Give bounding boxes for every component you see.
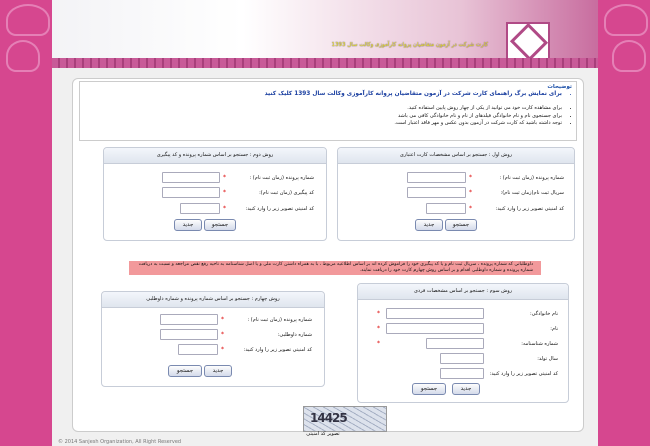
notes-title: توضیحات <box>547 84 572 90</box>
required-icon: * <box>469 174 472 181</box>
required-icon: * <box>469 205 472 212</box>
new-button[interactable]: جدید <box>174 219 202 231</box>
first-name-input[interactable] <box>386 323 484 334</box>
captcha-code: 14425 <box>310 411 348 425</box>
required-icon: * <box>221 346 224 353</box>
note-item: برای جستجوی نام و نام خانوادگی فیلدهای ا… <box>80 113 562 119</box>
candidate-number-label: شماره داوطلبی: <box>277 332 312 338</box>
main-area: توضیحات برای نمایش برگ راهنمای کارت شرکت… <box>52 68 598 438</box>
captcha-label: کد امنیتی تصویر زیر را وارد کنید: <box>489 371 558 377</box>
note-item: توجه داشته باشید که کارت شرکت در آزمون ب… <box>80 120 562 126</box>
header-decorative-strip <box>52 58 598 68</box>
captcha-image: 14425 <box>303 406 387 432</box>
content-box: توضیحات برای نمایش برگ راهنمای کارت شرکت… <box>72 78 584 437</box>
required-icon: * <box>221 331 224 338</box>
warning-banner: داوطلبانی که شماره پرونده ، سریال ثبت نا… <box>129 261 541 275</box>
birth-year-input[interactable] <box>440 353 484 364</box>
method4-title: روش چهارم : جستجو بر اساس شماره پرونده و… <box>102 292 324 308</box>
method1-panel: روش اول : جستجو بر اساس مشخصات کارت اعتب… <box>337 147 575 241</box>
case-number-input[interactable] <box>162 172 220 183</box>
method2-title: روش دوم : جستجو بر اساس شماره پرونده و ک… <box>104 148 326 164</box>
required-icon: * <box>377 325 380 332</box>
candidate-number-input[interactable] <box>160 329 218 340</box>
method3-title: روش سوم : جستجو بر اساس مشخصات فردی <box>358 284 568 300</box>
birth-year-label: سال تولد: <box>537 356 558 362</box>
last-name-input[interactable] <box>386 308 484 319</box>
required-icon: * <box>377 340 380 347</box>
method2-panel: روش دوم : جستجو بر اساس شماره پرونده و ک… <box>103 147 327 241</box>
search-button[interactable]: جستجو <box>204 219 236 231</box>
required-icon: * <box>377 310 380 317</box>
captcha-input[interactable] <box>440 368 484 379</box>
last-name-label: نام خانوادگی: <box>529 311 558 317</box>
note-item: برای مشاهده کارت خود می توانید از یکی از… <box>80 105 562 111</box>
right-ornament-border <box>598 0 650 446</box>
captcha-input[interactable] <box>426 203 466 214</box>
captcha-caption: تصویر کد امنیتی <box>306 431 340 437</box>
ornament-shape <box>604 4 648 36</box>
required-icon: * <box>223 189 226 196</box>
ornament-shape <box>6 40 40 72</box>
required-icon: * <box>223 174 226 181</box>
case-number-input[interactable] <box>407 172 466 183</box>
first-name-label: نام: <box>550 326 558 332</box>
captcha-label: کد امنیتی تصویر زیر را وارد کنید: <box>495 206 564 212</box>
new-button[interactable]: جدید <box>415 219 443 231</box>
ornament-shape <box>6 4 50 36</box>
case-number-label: شماره پرونده (زمان ثبت نام) : <box>499 175 564 181</box>
notes-box: توضیحات برای نمایش برگ راهنمای کارت شرکت… <box>79 81 577 141</box>
captcha-label: کد امنیتی تصویر زیر را وارد کنید: <box>245 206 314 212</box>
guide-link[interactable]: برای نمایش برگ راهنمای کارت شرکت در آزمو… <box>80 91 562 97</box>
method3-panel: روش سوم : جستجو بر اساس مشخصات فردی نام … <box>357 283 569 403</box>
case-number-label: شماره پرونده (زمان ثبت نام) : <box>249 175 314 181</box>
case-number-input[interactable] <box>160 314 218 325</box>
ornament-shape <box>612 40 646 72</box>
left-ornament-border <box>0 0 52 446</box>
captcha-input[interactable] <box>178 344 218 355</box>
method4-panel: روش چهارم : جستجو بر اساس شماره پرونده و… <box>101 291 325 387</box>
method1-title: روش اول : جستجو بر اساس مشخصات کارت اعتب… <box>338 148 574 164</box>
site-title: کارت شرکت در آزمون متقاضیان پروانه کارآم… <box>331 42 488 48</box>
serial-label: سریال ثبت نام(زمان ثبت نام): <box>500 190 564 196</box>
search-button[interactable]: جستجو <box>445 219 477 231</box>
footer-copyright: © 2014 Sanjesh Organization, All Right R… <box>52 438 598 446</box>
search-button[interactable]: جستجو <box>168 365 202 377</box>
new-button[interactable]: جدید <box>452 383 480 395</box>
sanjesh-logo <box>506 22 550 62</box>
captcha-input[interactable] <box>180 203 220 214</box>
header-banner: کارت شرکت در آزمون متقاضیان پروانه کارآم… <box>52 0 598 66</box>
serial-input[interactable] <box>407 187 466 198</box>
search-button[interactable]: جستجو <box>412 383 446 395</box>
tracking-code-label: کد پیگیری (زمان ثبت نام): <box>259 190 314 196</box>
required-icon: * <box>221 316 224 323</box>
tracking-code-input[interactable] <box>162 187 220 198</box>
new-button[interactable]: جدید <box>204 365 232 377</box>
id-number-label: شماره شناسنامه: <box>521 341 558 347</box>
captcha-label: کد امنیتی تصویر زیر را وارد کنید: <box>243 347 312 353</box>
id-number-input[interactable] <box>426 338 484 349</box>
required-icon: * <box>469 189 472 196</box>
required-icon: * <box>223 205 226 212</box>
case-number-label: شماره پرونده (زمان ثبت نام) : <box>247 317 312 323</box>
